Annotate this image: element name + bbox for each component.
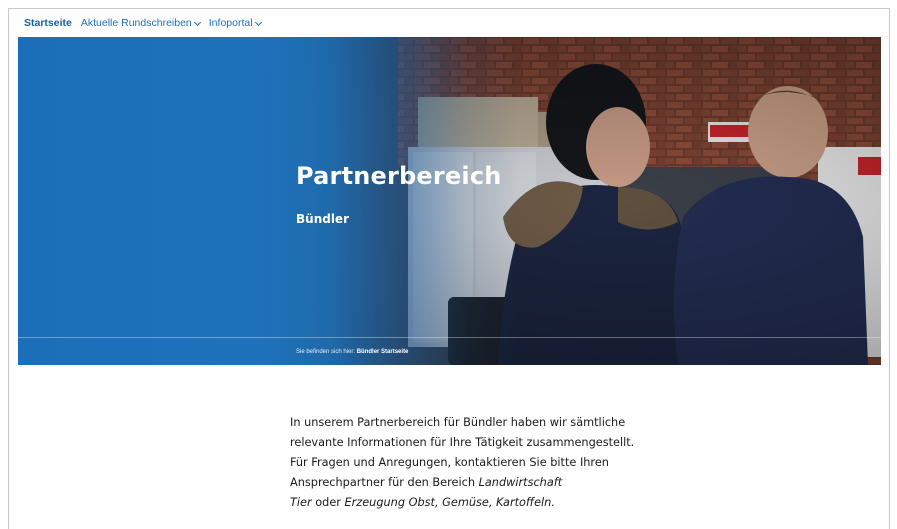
nav-item-startseite[interactable]: Startseite: [24, 17, 72, 29]
chevron-down-icon: [193, 18, 201, 26]
intro-line: Tier oder Erzeugung Obst, Gemüse, Kartof…: [290, 493, 690, 513]
nav-item-label: Infoportal: [208, 17, 253, 29]
intro-line: Für Fragen und Anregungen, kontaktieren …: [290, 456, 609, 469]
intro-line: relevante Informationen für Ihre Tätigke…: [290, 436, 635, 449]
page-subtitle: Bündler: [296, 212, 349, 226]
intro-text-plain: oder: [311, 496, 345, 509]
hero-divider: [18, 337, 881, 338]
nav-item-aktuelle-rundschreiben[interactable]: Aktuelle Rundschreiben: [80, 17, 201, 29]
nav-item-label: Startseite: [24, 17, 72, 29]
breadcrumb-current[interactable]: Bündler Startseite: [357, 349, 409, 355]
top-navigation: Startseite Aktuelle Rundschreiben Infopo…: [9, 9, 889, 37]
breadcrumb-prefix: Sie befinden sich hier:: [296, 349, 356, 355]
intro-line: In unserem Partnerbereich für Bündler ha…: [290, 416, 626, 429]
page-title: Partnerbereich: [296, 162, 502, 190]
intro-text-plain: Ansprechpartner für den Bereich: [290, 476, 479, 489]
intro-text-emphasis: Landwirtschaft: [478, 476, 563, 489]
intro-line: Ansprechpartner für den Bereich Landwirt…: [290, 473, 690, 493]
nav-item-infoportal[interactable]: Infoportal: [208, 17, 262, 29]
hero-color-overlay: [18, 37, 881, 365]
intro-text: In unserem Partnerbereich für Bündler ha…: [290, 413, 690, 513]
hero-banner: Partnerbereich Bündler Sie befinden sich…: [18, 37, 881, 365]
intro-text-emphasis: Tier: [290, 496, 312, 509]
intro-text-emphasis: Erzeugung Obst, Gemüse, Kartoffeln.: [344, 496, 555, 509]
chevron-down-icon: [254, 18, 262, 26]
nav-item-label: Aktuelle Rundschreiben: [80, 17, 192, 29]
breadcrumb: Sie befinden sich hier: Bündler Startsei…: [296, 349, 408, 355]
